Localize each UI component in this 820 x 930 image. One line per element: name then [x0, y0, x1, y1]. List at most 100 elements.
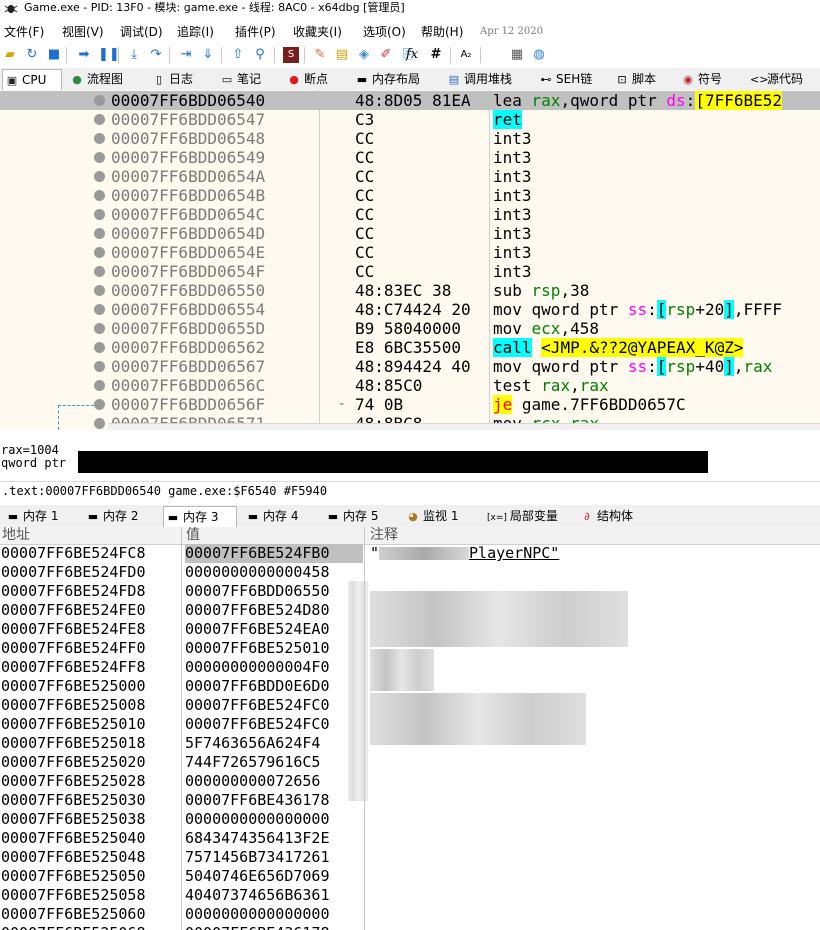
disassembly-view[interactable]: 00007FF6BDD06540 48:8D05 81EA lea rax,qw…	[0, 90, 820, 430]
menu-view[interactable]: 视图(V)	[62, 21, 104, 43]
disasm-row[interactable]: 00007FF6BDD06540 48:8D05 81EA lea rax,qw…	[0, 91, 820, 110]
breakpoint-marker[interactable]	[94, 323, 105, 334]
breakpoint-marker[interactable]	[94, 361, 105, 372]
scylla-icon[interactable]: S	[283, 47, 299, 63]
breakpoint-marker[interactable]	[94, 152, 105, 163]
tab-dump-1[interactable]: ▬ 内存 1	[4, 506, 59, 526]
dump-row[interactable]: 00007FF6BE524FC8 00007FF6BE524FB0	[0, 544, 364, 563]
patch-icon[interactable]: ✎	[312, 47, 328, 63]
disasm-row[interactable]: 00007FF6BDD0654F CC int3	[0, 262, 820, 281]
tab-breakpoints[interactable]: ● 断点	[285, 69, 328, 89]
breakpoint-marker[interactable]	[94, 342, 105, 353]
tab-graph[interactable]: ● 流程图	[68, 69, 123, 89]
dump-row[interactable]: 00007FF6BE524FD8 00007FF6BDD06550	[0, 582, 364, 601]
label-icon[interactable]: ◈	[356, 47, 372, 63]
disasm-row[interactable]: 00007FF6BDD0654B CC int3	[0, 186, 820, 205]
disasm-row[interactable]: 00007FF6BDD06554 48:C74424 20 mov qword …	[0, 300, 820, 319]
tab-dump-2[interactable]: ▬ 内存 2	[84, 506, 139, 526]
tab-dump-5[interactable]: ▬ 内存 5	[324, 506, 379, 526]
column-value[interactable]: 值	[186, 527, 200, 544]
menu-file[interactable]: 文件(F)	[4, 21, 44, 43]
dump-row[interactable]: 00007FF6BE525028 000000000072656	[0, 772, 364, 791]
dump-row[interactable]: 00007FF6BE525038 0000000000000000	[0, 810, 364, 829]
comment-icon[interactable]: ▤	[334, 47, 350, 63]
disasm-row[interactable]: 00007FF6BDD0656F 74 0B je game.7FF6BDD06…	[0, 395, 820, 414]
column-comment[interactable]: 注释	[370, 527, 398, 544]
breakpoint-marker[interactable]	[94, 266, 105, 277]
disasm-row[interactable]: 00007FF6BDD0655D B9 58040000 mov ecx,458	[0, 319, 820, 338]
dump-row[interactable]: 00007FF6BE524FE0 00007FF6BE524D80	[0, 601, 364, 620]
breakpoint-marker[interactable]	[94, 418, 105, 429]
pause-icon[interactable]: ❚❚	[98, 47, 120, 63]
tab-source[interactable]: <>源代码	[748, 69, 803, 89]
breakpoint-marker[interactable]	[94, 133, 105, 144]
dump-row[interactable]: 00007FF6BE525030 00007FF6BE436178	[0, 791, 364, 810]
tab-locals[interactable]: [x=] 局部变量	[485, 506, 558, 526]
dump-row[interactable]: 00007FF6BE525050 5040746E656D7069	[0, 867, 364, 886]
disasm-row[interactable]: 00007FF6BDD06548 CC int3	[0, 129, 820, 148]
breakpoint-marker[interactable]	[94, 304, 105, 315]
breakpoint-marker[interactable]	[94, 209, 105, 220]
dump-row[interactable]: 00007FF6BE525058 40407374656B6361	[0, 886, 364, 905]
column-address[interactable]: 地址	[2, 527, 30, 544]
disasm-row[interactable]: 00007FF6BDD0654E CC int3	[0, 243, 820, 262]
menu-options[interactable]: 选项(O)	[363, 21, 406, 43]
dump-row[interactable]: 00007FF6BE525018 5F7463656A624F4	[0, 734, 364, 753]
dump-row[interactable]: 00007FF6BE524FD0 0000000000000458	[0, 563, 364, 582]
dump-row[interactable]: 00007FF6BE524FF0 00007FF6BE525010	[0, 639, 364, 658]
breakpoint-marker[interactable]	[94, 399, 105, 410]
disasm-row[interactable]: 00007FF6BDD06550 48:83EC 38 sub rsp,38	[0, 281, 820, 300]
breakpoint-marker[interactable]	[94, 228, 105, 239]
run-icon[interactable]: ➡	[76, 47, 92, 63]
dump-row[interactable]: 00007FF6BE525010 00007FF6BE524FC0	[0, 715, 364, 734]
breakpoint-marker[interactable]	[94, 380, 105, 391]
execute-till-return-icon[interactable]: ⇧	[230, 47, 246, 63]
tab-seh[interactable]: ⊷ SEH链	[537, 69, 593, 89]
trace-into-icon[interactable]: ⇥	[178, 47, 194, 63]
dump-row[interactable]: 00007FF6BE525000 00007FF6BDD0E6D0	[0, 677, 364, 696]
calculator-icon[interactable]: ▦	[509, 47, 525, 63]
disasm-row[interactable]: 00007FF6BDD0654D CC int3	[0, 224, 820, 243]
globe-icon[interactable]: ◍	[531, 47, 547, 63]
tab-watch-1[interactable]: ◕ 监视 1	[404, 506, 458, 526]
tab-cpu[interactable]: ▣ CPU	[2, 69, 62, 90]
disasm-row[interactable]: 00007FF6BDD0654A CC int3	[0, 167, 820, 186]
tab-dump-3[interactable]: ▬ 内存 3	[163, 506, 237, 527]
breakpoint-marker[interactable]	[94, 190, 105, 201]
breakpoint-marker[interactable]	[94, 95, 105, 106]
open-icon[interactable]: ▰	[2, 47, 18, 63]
dump-row[interactable]: 00007FF6BE525040 6843474356413F2E	[0, 829, 364, 848]
disasm-row[interactable]: 00007FF6BDD06547 C3 ret	[0, 110, 820, 129]
hash-icon[interactable]: #	[428, 47, 444, 63]
tab-call-stack[interactable]: ▤ 调用堆栈	[445, 69, 512, 89]
horizontal-scrollbar[interactable]	[108, 423, 820, 430]
disasm-row[interactable]: 00007FF6BDD06549 CC int3	[0, 148, 820, 167]
dump-row[interactable]: 00007FF6BE524FE8 00007FF6BE524EA0	[0, 620, 364, 639]
tab-log[interactable]: ▯ 日志	[150, 69, 193, 89]
disasm-row[interactable]: 00007FF6BDD06567 48:894424 40 mov qword …	[0, 357, 820, 376]
menu-plugins[interactable]: 插件(P)	[235, 21, 276, 43]
strings-icon[interactable]: A₂	[458, 47, 474, 63]
menu-help[interactable]: 帮助(H)	[421, 21, 463, 43]
tab-memory-map[interactable]: ▬ 内存布局	[353, 69, 420, 89]
disasm-row[interactable]: 00007FF6BDD0656C 48:85C0 test rax,rax	[0, 376, 820, 395]
dump-row[interactable]: 00007FF6BE525068 00007FF6BE436178	[0, 924, 364, 930]
tab-notes[interactable]: ▭ 笔记	[218, 69, 261, 89]
dump-row[interactable]: 00007FF6BE525020 744F726579616C5	[0, 753, 364, 772]
dump-row[interactable]: 00007FF6BE524FF8 00000000000004F0	[0, 658, 364, 677]
restart-icon[interactable]: ↻	[24, 47, 40, 63]
dump-row[interactable]: 00007FF6BE525060 0000000000000000	[0, 905, 364, 924]
breakpoint-marker[interactable]	[94, 171, 105, 182]
fx-icon[interactable]: fx	[404, 47, 420, 63]
trace-over-icon[interactable]: ⇓	[200, 47, 216, 63]
breakpoint-marker[interactable]	[94, 114, 105, 125]
breakpoint-marker[interactable]	[94, 247, 105, 258]
menu-favourites[interactable]: 收藏夹(I)	[293, 21, 342, 43]
tab-dump-4[interactable]: ▬ 内存 4	[244, 506, 299, 526]
tab-symbols[interactable]: ◉ 符号	[679, 69, 722, 89]
tab-script[interactable]: ⊡ 脚本	[613, 69, 656, 89]
breakpoint-marker[interactable]	[94, 285, 105, 296]
tab-struct[interactable]: ∂ 结构体	[578, 506, 633, 526]
step-over-icon[interactable]: ↷	[148, 47, 164, 63]
memory-dump[interactable]: 地址 值 注释 " PlayerNPC" 00007FF6BE524FC8 0000…	[0, 527, 820, 930]
